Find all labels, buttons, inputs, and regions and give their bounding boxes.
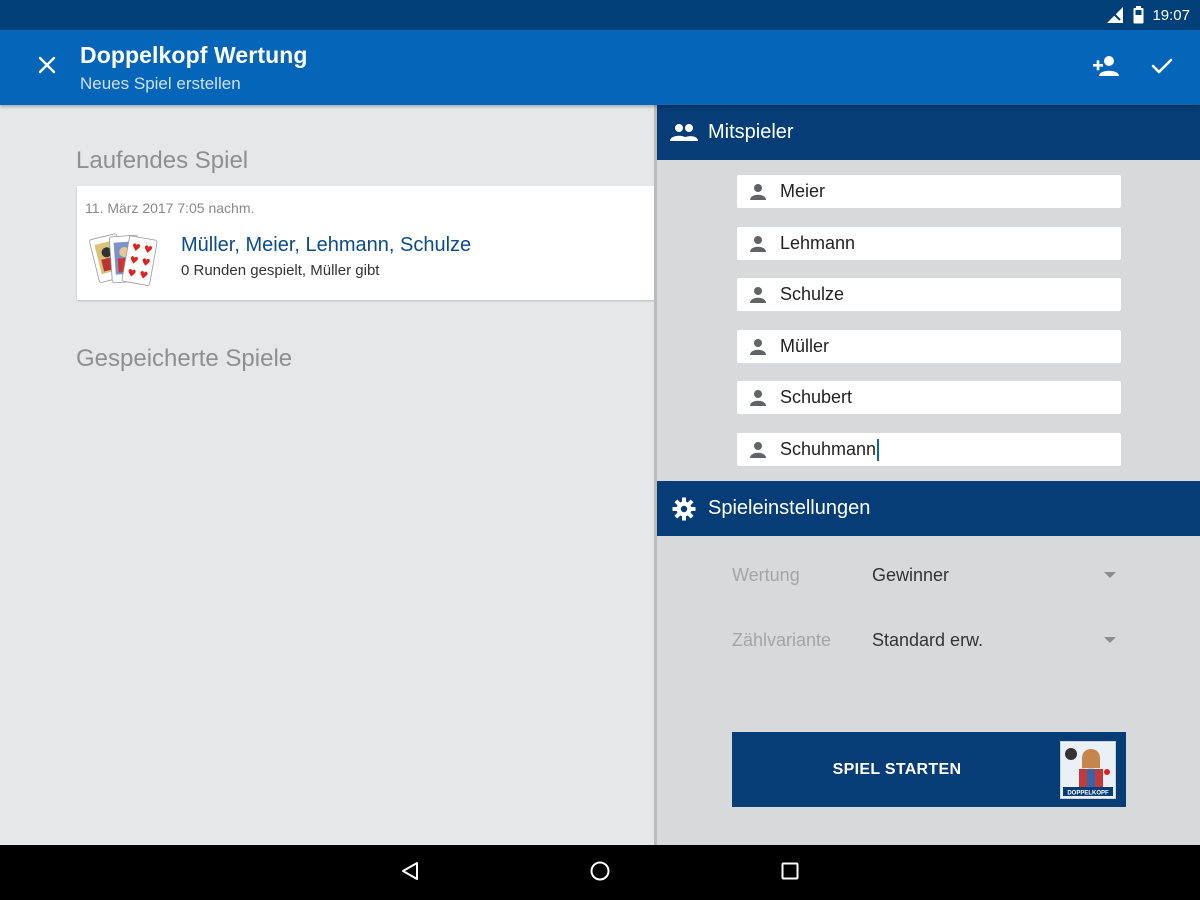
setting-row-scoring: Wertung Gewinner [732, 555, 1122, 595]
signal-icon [1105, 6, 1125, 24]
recents-icon [779, 860, 801, 887]
start-game-button[interactable]: SPIEL STARTEN DOPPELKOPF [732, 732, 1126, 807]
scoring-select[interactable]: Gewinner [872, 555, 1122, 595]
battery-icon [1133, 6, 1144, 24]
person-add-icon [1091, 55, 1121, 82]
text-cursor [877, 438, 880, 461]
add-player-button[interactable] [1088, 50, 1124, 86]
status-bar: 19:07 [0, 0, 1200, 30]
nav-recents-button[interactable] [776, 859, 804, 887]
app-title: Doppelkopf Wertung [80, 42, 308, 68]
player-field-1[interactable]: Meier [737, 175, 1121, 208]
player-name: Schuhmann [780, 439, 877, 459]
group-icon [669, 118, 699, 148]
settings-section-title: Spieleinstellungen [708, 497, 871, 519]
player-name: Müller [780, 336, 830, 356]
scoring-label: Wertung [732, 565, 800, 585]
player-name: Lehmann [780, 233, 856, 253]
running-game-title: Laufendes Spiel [76, 147, 249, 174]
players-section-header: Mitspieler [657, 105, 1200, 160]
logo-text: DOPPELKOPF [1067, 791, 1109, 797]
dropdown-arrow-icon [1104, 637, 1116, 643]
game-date: 11. März 2017 7:05 nachm. [85, 200, 255, 216]
player-name: Schubert [780, 387, 853, 407]
svg-text:♥: ♥ [128, 255, 139, 267]
system-nav-bar [0, 845, 1200, 900]
counting-value: Standard erw. [872, 630, 984, 650]
dropdown-arrow-icon [1104, 572, 1116, 578]
person-icon [747, 284, 769, 306]
player-name: Schulze [780, 284, 845, 304]
games-pane: Laufendes Spiel 11. März 2017 7:05 nachm… [0, 105, 655, 845]
home-icon [589, 860, 611, 887]
svg-text:♥: ♥ [131, 242, 142, 254]
svg-text:♥: ♥ [126, 268, 137, 280]
back-icon [399, 860, 421, 887]
person-icon [747, 439, 769, 461]
new-game-pane: Mitspieler Meier Lehmann Schulze Müller … [657, 105, 1200, 845]
person-icon [747, 233, 769, 255]
gear-icon [669, 494, 699, 524]
running-game-card[interactable]: 11. März 2017 7:05 nachm. ♥ ♥ ♥ ♥ ♥ ♥ Müller,… [77, 186, 655, 300]
counting-label: Zählvariante [732, 630, 832, 650]
player-field-5[interactable]: Schubert [737, 381, 1121, 414]
person-icon [747, 181, 769, 203]
app-bar: Doppelkopf Wertung Neues Spiel erstellen [0, 30, 1200, 105]
counting-select[interactable]: Standard erw. [872, 620, 1122, 660]
close-button[interactable] [30, 50, 64, 84]
player-field-4[interactable]: Müller [737, 330, 1121, 363]
person-icon [747, 387, 769, 409]
status-time: 19:07 [1152, 6, 1190, 24]
svg-text:♥: ♥ [140, 257, 151, 269]
game-info: 0 Runden gespielt, Müller gibt [181, 262, 380, 279]
player-field-3[interactable]: Schulze [737, 278, 1121, 311]
nav-home-button[interactable] [586, 859, 614, 887]
app-subtitle: Neues Spiel erstellen [80, 74, 241, 93]
player-field-2[interactable]: Lehmann [737, 227, 1121, 260]
player-field-6[interactable]: Schuhmann [737, 433, 1121, 466]
close-icon [38, 56, 56, 79]
players-section-title: Mitspieler [708, 121, 794, 143]
doppelkopf-logo: DOPPELKOPF [1060, 741, 1116, 799]
player-name: Meier [780, 181, 826, 201]
status-icons: 19:07 [1105, 6, 1190, 24]
person-icon [747, 336, 769, 358]
nav-back-button[interactable] [396, 859, 424, 887]
playing-cards-icon: ♥ ♥ ♥ ♥ ♥ ♥ [89, 230, 163, 292]
check-icon [1151, 57, 1173, 80]
setting-row-counting: Zählvariante Standard erw. [732, 620, 1122, 660]
game-players: Müller, Meier, Lehmann, Schulze [181, 234, 472, 256]
svg-text:♥: ♥ [143, 244, 154, 256]
confirm-button[interactable] [1144, 50, 1180, 86]
start-game-label: SPIEL STARTEN [832, 761, 962, 778]
scoring-value: Gewinner [872, 565, 950, 585]
svg-text:♥: ♥ [138, 270, 149, 282]
settings-section-header: Spieleinstellungen [657, 481, 1200, 536]
saved-games-title: Gespeicherte Spiele [76, 345, 293, 372]
